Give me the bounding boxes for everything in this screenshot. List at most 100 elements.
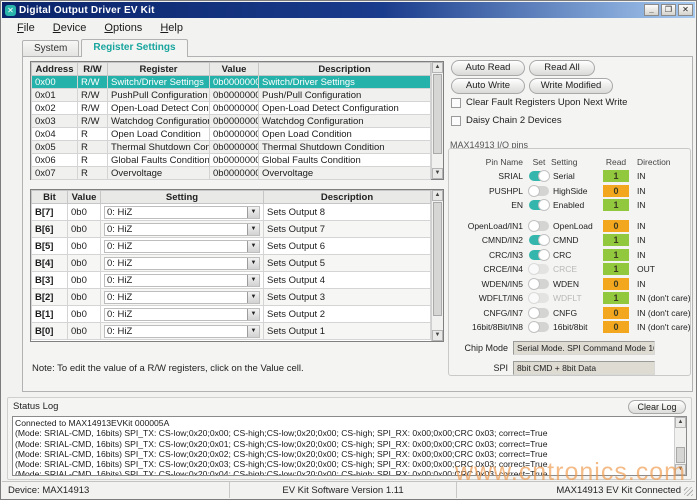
register-row-0x02[interactable]: 0x02R/WOpen-Load Detect Confi...0b000000… — [32, 102, 431, 115]
status-bar: Device: MAX14913 EV Kit Software Version… — [2, 481, 695, 498]
clear-log-button[interactable]: Clear Log — [628, 400, 686, 414]
scroll-up-icon[interactable]: ▲ — [675, 417, 686, 428]
setting-dropdown[interactable]: 0: HiZ▼ — [104, 206, 260, 219]
bit-name-cell: B[1] — [32, 306, 68, 323]
daisy-chain-checkbox[interactable] — [451, 116, 461, 126]
scroll-down-icon[interactable]: ▼ — [432, 168, 443, 179]
menu-file[interactable]: File — [8, 20, 44, 36]
menu-options[interactable]: Options — [95, 20, 151, 36]
pin-direction-label: IN — [631, 200, 686, 210]
toggle-pushpl[interactable] — [529, 186, 549, 196]
setting-dropdown[interactable]: 0: HiZ▼ — [104, 291, 260, 304]
register-cell: Switch/Driver Settings — [259, 76, 431, 89]
clear-fault-checkbox-row: Clear Fault Registers Upon Next Write — [451, 97, 627, 108]
read-badge: 0 — [603, 220, 629, 232]
scrollbar-thumb[interactable] — [676, 447, 685, 463]
toggle-16bit-8bit-in8[interactable] — [529, 322, 549, 332]
pin-name-label: CRC/IN3 — [455, 250, 527, 260]
toggle-openload-in1[interactable] — [529, 221, 549, 231]
setting-dropdown[interactable]: 0: HiZ▼ — [104, 240, 260, 253]
io-pin-row-wden-in5: WDEN/IN5WDEN0IN — [449, 277, 690, 292]
register-cell: Watchdog Configuration — [108, 115, 210, 128]
bit-table-scrollbar[interactable]: ▲ ▼ — [431, 190, 443, 341]
register-cell[interactable]: 0b00000000 — [210, 128, 259, 141]
register-cell: R — [78, 167, 108, 180]
window-title: Digital Output Driver EV Kit — [19, 5, 644, 16]
dropdown-arrow-icon[interactable]: ▼ — [247, 309, 259, 320]
log-scrollbar[interactable]: ▲ ▼ — [674, 417, 686, 475]
setting-dropdown[interactable]: 0: HiZ▼ — [104, 308, 260, 321]
title-bar: ✕ Digital Output Driver EV Kit _ ❐ ✕ — [2, 2, 695, 18]
scroll-down-icon[interactable]: ▼ — [675, 464, 686, 475]
scrollbar-thumb[interactable] — [433, 74, 442, 154]
register-cell[interactable]: 0b00000000 — [210, 154, 259, 167]
setting-dropdown[interactable]: 0: HiZ▼ — [104, 257, 260, 270]
bit-setting-cell: 0: HiZ▼ — [101, 272, 264, 289]
close-button[interactable]: ✕ — [678, 4, 693, 16]
menu-help[interactable]: Help — [151, 20, 192, 36]
dropdown-arrow-icon[interactable]: ▼ — [247, 207, 259, 218]
dropdown-arrow-icon[interactable]: ▼ — [247, 292, 259, 303]
chip-mode-row: Chip Mode Serial Mode. SPI Command Mode … — [455, 341, 680, 355]
register-row-0x03[interactable]: 0x03R/WWatchdog Configuration0b00000000W… — [32, 115, 431, 128]
read-badge: 0 — [603, 307, 629, 319]
register-table-scrollbar[interactable]: ▲ ▼ — [431, 62, 443, 179]
register-cell[interactable]: 0b00000000 — [210, 167, 259, 180]
toggle-cnfg-in7[interactable] — [529, 308, 549, 318]
auto-read-button[interactable]: Auto Read — [451, 60, 525, 76]
register-cell[interactable]: 0b00000000 — [210, 89, 259, 102]
dropdown-arrow-icon[interactable]: ▼ — [247, 275, 259, 286]
write-modified-button[interactable]: Write Modified — [529, 78, 613, 94]
resize-grip[interactable] — [684, 487, 693, 496]
pin-name-label: WDEN/IN5 — [455, 279, 527, 289]
io-pin-row-pushpl: PUSHPLHighSide0IN — [449, 184, 690, 199]
scroll-up-icon[interactable]: ▲ — [432, 190, 443, 201]
dropdown-arrow-icon[interactable]: ▼ — [247, 224, 259, 235]
register-cell: R/W — [78, 102, 108, 115]
register-cell[interactable]: 0b00000000 — [210, 76, 259, 89]
minimize-button[interactable]: _ — [644, 4, 659, 16]
read-all-button[interactable]: Read All — [529, 60, 595, 76]
register-cell[interactable]: 0b00000000 — [210, 115, 259, 128]
bit-row-b-7: B[7]0b00: HiZ▼Sets Output 8 — [32, 204, 431, 221]
setting-dropdown[interactable]: 0: HiZ▼ — [104, 325, 260, 338]
scroll-down-icon[interactable]: ▼ — [432, 330, 443, 341]
maximize-button[interactable]: ❐ — [661, 4, 676, 16]
dropdown-arrow-icon[interactable]: ▼ — [247, 326, 259, 337]
toggle-cmnd-in2[interactable] — [529, 235, 549, 245]
register-row-0x05[interactable]: 0x05RThermal Shutdown Con...0b00000000Th… — [32, 141, 431, 154]
scroll-up-icon[interactable]: ▲ — [432, 62, 443, 73]
register-cell[interactable]: 0b00000000 — [210, 102, 259, 115]
log-line-2: (Mode: SRIAL-CMD, 16bits) SPI_TX: CS-low… — [15, 439, 672, 449]
toggle-knob-icon — [528, 220, 540, 232]
register-row-0x01[interactable]: 0x01R/WPushPull Configuration0b00000000P… — [32, 89, 431, 102]
register-row-0x04[interactable]: 0x04ROpen Load Condition0b00000000Open L… — [32, 128, 431, 141]
status-log-title: Status Log — [13, 401, 58, 412]
toggle-crc-in3[interactable] — [529, 250, 549, 260]
spi-value: 8bit CMD + 8bit Data — [513, 361, 655, 375]
register-cell[interactable]: 0b00000000 — [210, 141, 259, 154]
status-log-box[interactable]: Connected to MAX14913EVKit 000005A(Mode:… — [12, 416, 687, 476]
setting-dropdown[interactable]: 0: HiZ▼ — [104, 274, 260, 287]
scrollbar-thumb[interactable] — [433, 202, 442, 316]
auto-write-button[interactable]: Auto Write — [451, 78, 525, 94]
toggle-srial[interactable] — [529, 171, 549, 181]
io-pins-header: Pin Name Set Setting Read Direction — [449, 155, 690, 169]
menu-device[interactable]: Device — [44, 20, 96, 36]
register-cell: Overvoltage — [108, 167, 210, 180]
toggle-en[interactable] — [529, 200, 549, 210]
setting-dropdown[interactable]: 0: HiZ▼ — [104, 223, 260, 236]
tab-register-settings[interactable]: Register Settings — [81, 39, 187, 57]
column-header-register: Register — [108, 63, 210, 76]
dropdown-arrow-icon[interactable]: ▼ — [247, 241, 259, 252]
clear-fault-checkbox[interactable] — [451, 98, 461, 108]
dropdown-arrow-icon[interactable]: ▼ — [247, 258, 259, 269]
column-header-description: Description — [264, 191, 431, 204]
column-header-description: Description — [259, 63, 431, 76]
tab-system[interactable]: System — [22, 40, 79, 56]
register-row-0x07[interactable]: 0x07ROvervoltage0b00000000Overvoltage — [32, 167, 431, 180]
toggle-wden-in5[interactable] — [529, 279, 549, 289]
register-row-0x00[interactable]: 0x00R/WSwitch/Driver Settings0b00000000S… — [32, 76, 431, 89]
register-row-0x06[interactable]: 0x06RGlobal Faults Condition0b00000000Gl… — [32, 154, 431, 167]
bit-value-cell: 0b0 — [68, 272, 101, 289]
